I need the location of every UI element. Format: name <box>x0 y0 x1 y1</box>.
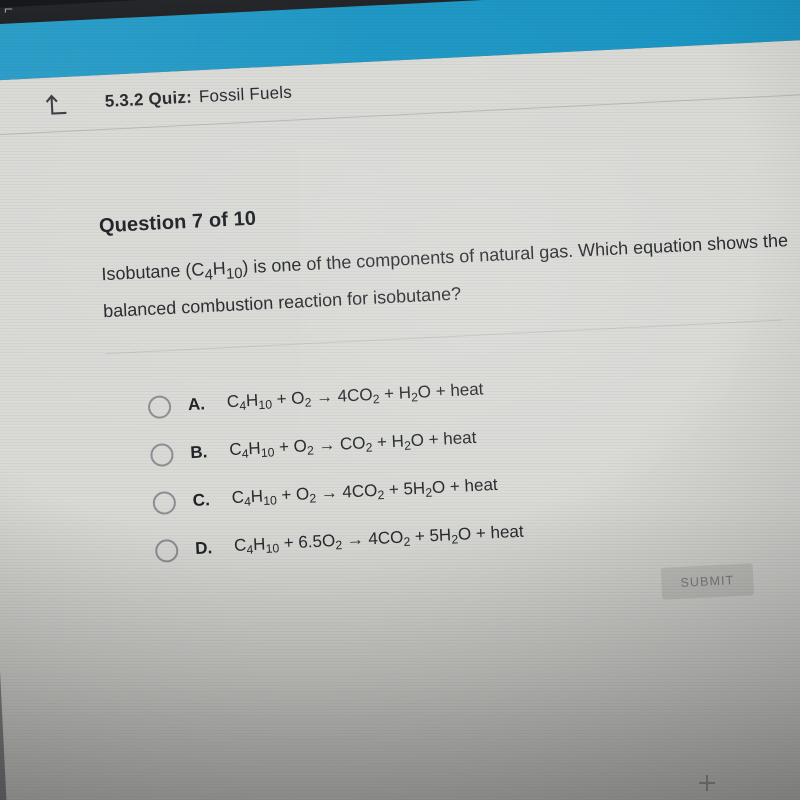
breadcrumb: 5.3.2 Quiz: Fossil Fuels <box>104 83 292 112</box>
submit-button[interactable]: SUBMIT <box>660 563 755 600</box>
answer-choice-list: A. C4H10 + O2 → 4CO2 + H2O + heat B. C4H10 … <box>147 348 800 575</box>
radio-button-icon[interactable] <box>154 538 179 563</box>
quiz-number-label: 5.3.2 Quiz: <box>104 87 193 111</box>
choice-equation: C4H10 + O2 → 4CO2 + 5H2O + heat <box>231 475 499 510</box>
screen-content: 5.3.2 Quiz: Fossil Fuels Question 7 of 10… <box>0 0 800 800</box>
choice-letter: C. <box>192 490 211 511</box>
radio-button-icon[interactable] <box>147 394 172 419</box>
back-arrow-icon[interactable] <box>44 91 71 118</box>
choice-equation: C4H10 + O2 → 4CO2 + H2O + heat <box>226 379 484 414</box>
choice-letter: B. <box>189 442 208 463</box>
choice-letter: A. <box>187 394 206 415</box>
choice-equation: C4H10 + 6.5O2 → 4CO2 + 5H2O + heat <box>233 521 525 558</box>
choice-letter: D. <box>194 538 213 558</box>
radio-button-icon[interactable] <box>152 490 177 515</box>
photographed-screen: ⌐ 5.3.2 Quiz: Fossil Fuels Question 7 of … <box>0 0 800 800</box>
quiz-title-label: Fossil Fuels <box>198 82 293 107</box>
radio-button-icon[interactable] <box>149 442 175 467</box>
choice-equation: C4H10 + O2 → CO2 + H2O + heat <box>228 428 477 462</box>
